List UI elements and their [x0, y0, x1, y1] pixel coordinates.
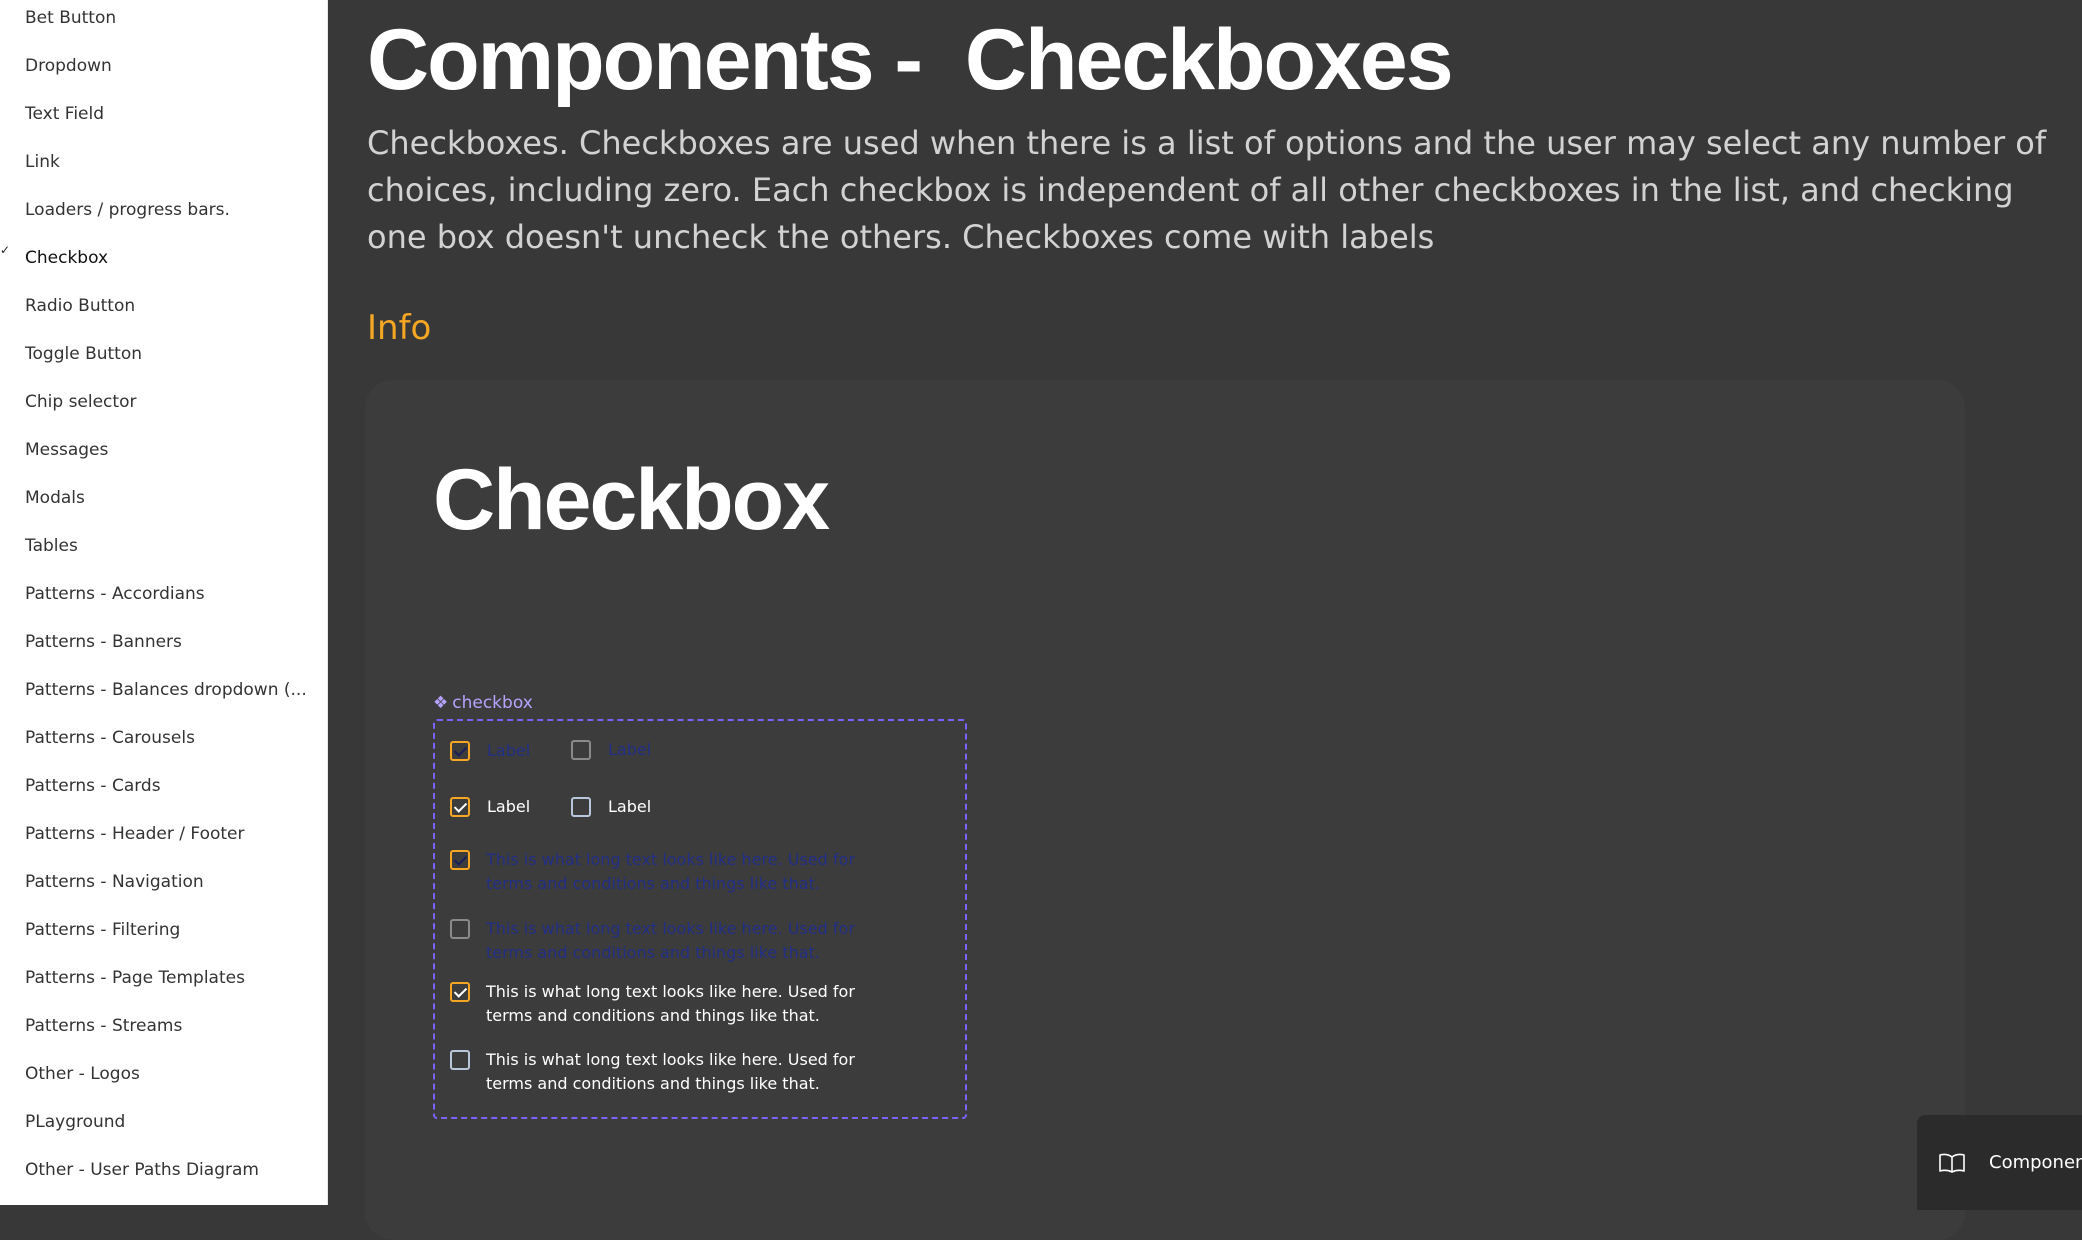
sidebar-item-patterns-cards[interactable]: Patterns - Cards	[25, 776, 161, 796]
long-text-line: This is what long text looks like here. …	[486, 850, 855, 869]
long-text-line: This is what long text looks like here. …	[486, 919, 855, 938]
sidebar-item-patterns-carousels[interactable]: Patterns - Carousels	[25, 728, 195, 748]
sidebar-item-patterns-balances-dropdown[interactable]: Patterns - Balances dropdown (...	[25, 680, 307, 700]
card-title: Checkbox	[433, 452, 830, 548]
sidebar-item-patterns-page-templates[interactable]: Patterns - Page Templates	[25, 968, 245, 988]
long-text-line: terms and conditions and things like tha…	[486, 1006, 820, 1025]
sidebar-item-toggle-button[interactable]: Toggle Button	[25, 344, 142, 364]
sidebar-item-patterns-accordians[interactable]: Patterns - Accordians	[25, 584, 205, 604]
checkbox-long-checked-light[interactable]	[450, 982, 470, 1002]
checkbox-long-checked-dark[interactable]	[450, 850, 470, 870]
long-text-line: This is what long text looks like here. …	[486, 1050, 855, 1069]
sidebar-item-patterns-banners[interactable]: Patterns - Banners	[25, 632, 182, 652]
component-preview-card: Checkbox ❖ checkbox Label Label Label Lab…	[365, 380, 1965, 1240]
sidebar-item-radio-button[interactable]: Radio Button	[25, 296, 135, 316]
checkbox-component-frame: Label Label Label Label This is what lon…	[433, 719, 967, 1119]
long-text-line: terms and conditions and things like tha…	[486, 943, 820, 962]
checkbox-label: Label	[608, 740, 652, 759]
checkbox-unchecked-light[interactable]	[571, 797, 591, 817]
checkbox-unchecked-dark[interactable]	[571, 740, 591, 760]
sidebar-item-tables[interactable]: Tables	[25, 536, 78, 556]
long-text-line: terms and conditions and things like tha…	[486, 1074, 820, 1093]
active-caret-icon: ✓	[0, 243, 11, 257]
checkbox-checked-dark[interactable]	[450, 741, 470, 761]
checkbox-long-unchecked-dark[interactable]	[450, 919, 470, 939]
component-tag-label: checkbox	[452, 693, 533, 713]
sidebar-item-dropdown[interactable]: Dropdown	[25, 56, 112, 76]
component-diamond-icon: ❖	[433, 693, 449, 713]
checkbox-long-unchecked-light[interactable]	[450, 1050, 470, 1070]
page-description: Checkboxes. Checkboxes are used when the…	[367, 124, 2047, 256]
page-title: Components - Checkboxes	[367, 12, 1454, 108]
sidebar-item-text-field[interactable]: Text Field	[25, 104, 104, 124]
book-icon	[1939, 1153, 1965, 1173]
sidebar-item-patterns-navigation[interactable]: Patterns - Navigation	[25, 872, 204, 892]
sidebar-item-playground[interactable]: PLayground	[25, 1112, 125, 1132]
checkbox-label: Label	[608, 797, 652, 816]
component-tag: ❖ checkbox	[433, 693, 533, 713]
checkbox-checked-light[interactable]	[450, 797, 470, 817]
sidebar-item-checkbox[interactable]: Checkbox	[25, 248, 108, 268]
section-heading-info: Info	[367, 308, 432, 348]
sidebar-item-patterns-header-footer[interactable]: Patterns - Header / Footer	[25, 824, 244, 844]
sidebar-item-modals[interactable]: Modals	[25, 488, 85, 508]
long-text-line: terms and conditions and things like tha…	[486, 874, 820, 893]
sidebar-item-other-user-paths-diagram[interactable]: Other - User Paths Diagram	[25, 1160, 259, 1180]
sidebar-item-chip-selector[interactable]: Chip selector	[25, 392, 136, 412]
sidebar-item-other-logos[interactable]: Other - Logos	[25, 1064, 140, 1084]
checkbox-label: Label	[487, 797, 531, 816]
checkbox-label: Label	[487, 741, 531, 760]
sidebar-item-bet-button[interactable]: Bet Button	[25, 8, 116, 28]
sidebar-item-loaders[interactable]: Loaders / progress bars.	[25, 200, 230, 220]
sidebar: ✓ Bet Button Dropdown Text Field Link Lo…	[0, 0, 328, 1205]
component-docs-label: Component	[1989, 1152, 2082, 1173]
sidebar-item-messages[interactable]: Messages	[25, 440, 108, 460]
sidebar-item-patterns-streams[interactable]: Patterns - Streams	[25, 1016, 182, 1036]
main-content: Components - Checkboxes Checkboxes. Chec…	[327, 0, 2082, 1240]
component-docs-button[interactable]: Component	[1917, 1115, 2082, 1210]
sidebar-item-patterns-filtering[interactable]: Patterns - Filtering	[25, 920, 180, 940]
sidebar-item-link[interactable]: Link	[25, 152, 60, 172]
long-text-line: This is what long text looks like here. …	[486, 982, 855, 1001]
